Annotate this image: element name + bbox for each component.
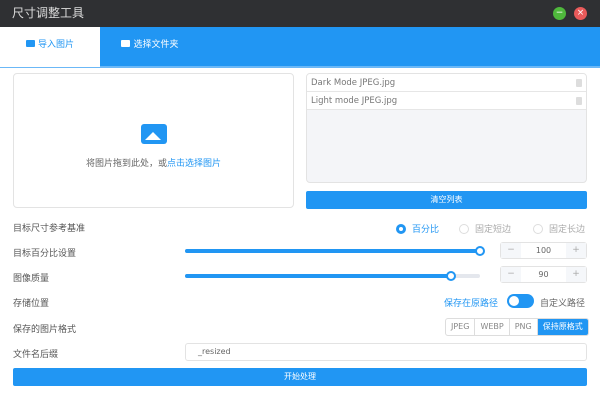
minimize-button[interactable]: − xyxy=(553,7,566,20)
suffix-input[interactable]: _resized xyxy=(185,343,587,361)
decrement-button[interactable]: − xyxy=(501,267,521,282)
radio-label: 百分比 xyxy=(412,225,440,235)
trash-icon[interactable] xyxy=(576,79,582,87)
save-location-label: 存储位置 xyxy=(13,299,50,309)
format-selector: JPEG WEBP PNG 保持原格式 xyxy=(445,318,589,336)
start-processing-button[interactable]: 开始处理 xyxy=(13,368,587,386)
format-jpeg[interactable]: JPEG xyxy=(446,319,476,335)
format-png[interactable]: PNG xyxy=(510,319,538,335)
percent-label: 目标百分比设置 xyxy=(13,249,77,259)
clear-list-button[interactable]: 清空列表 xyxy=(306,191,587,209)
format-keep-original[interactable]: 保持原格式 xyxy=(537,319,588,335)
window-title: 尺寸调整工具 xyxy=(12,6,85,20)
quality-value[interactable]: 90 xyxy=(521,267,566,282)
suffix-label: 文件名后缀 xyxy=(13,350,59,360)
list-item[interactable]: Dark Mode JPEG.jpg xyxy=(307,74,586,92)
close-button[interactable]: × xyxy=(574,7,587,20)
slider-handle[interactable] xyxy=(445,271,456,281)
trash-icon[interactable] xyxy=(576,97,582,105)
increment-button[interactable]: + xyxy=(566,267,586,282)
increment-button[interactable]: + xyxy=(566,243,586,258)
radio-fixed-long[interactable]: 固定长边 xyxy=(533,222,585,235)
file-name: Dark Mode JPEG.jpg xyxy=(311,78,396,88)
radio-fixed-short[interactable]: 固定短边 xyxy=(459,222,511,235)
percent-slider[interactable] xyxy=(185,246,485,256)
dropzone-text: 将图片拖到此处，或 xyxy=(85,159,167,169)
quality-label: 图像质量 xyxy=(13,274,50,284)
file-list: Dark Mode JPEG.jpg Light mode JPEG.jpg xyxy=(306,73,587,183)
radio-label: 固定短边 xyxy=(475,225,512,235)
image-icon xyxy=(25,40,35,47)
file-name: Light mode JPEG.jpg xyxy=(311,96,398,106)
percent-value[interactable]: 100 xyxy=(521,243,566,258)
radio-label: 固定长边 xyxy=(549,225,586,235)
save-path-toggle[interactable] xyxy=(507,294,534,308)
decrement-button[interactable]: − xyxy=(501,243,521,258)
format-label: 保存的图片格式 xyxy=(13,325,77,335)
basis-label: 目标尺寸参考基准 xyxy=(13,224,86,234)
tab-label: 选择文件夹 xyxy=(133,40,179,50)
image-icon xyxy=(140,124,167,144)
radio-percent[interactable]: 百分比 xyxy=(396,222,439,235)
format-webp[interactable]: WEBP xyxy=(475,319,510,335)
select-image-link[interactable]: 点击选择图片 xyxy=(167,159,221,169)
image-dropzone[interactable]: 将图片拖到此处，或点击选择图片 xyxy=(13,73,294,208)
list-item[interactable]: Light mode JPEG.jpg xyxy=(307,92,586,110)
save-original-path-label: 保存在原路径 xyxy=(444,299,499,309)
tab-import-images[interactable]: 导入图片 xyxy=(0,27,100,67)
percent-stepper[interactable]: −100 + xyxy=(500,242,587,259)
slider-handle[interactable] xyxy=(475,246,485,256)
tab-select-folder[interactable]: 选择文件夹 xyxy=(118,27,182,67)
tab-bar: 导入图片 选择文件夹 xyxy=(0,27,600,68)
quality-slider[interactable] xyxy=(185,271,480,281)
tab-label: 导入图片 xyxy=(37,40,74,50)
quality-stepper[interactable]: −90 + xyxy=(500,266,587,283)
folder-icon xyxy=(121,40,131,47)
title-bar: 尺寸调整工具 − × xyxy=(0,0,600,27)
custom-path-label: 自定义路径 xyxy=(540,299,586,309)
